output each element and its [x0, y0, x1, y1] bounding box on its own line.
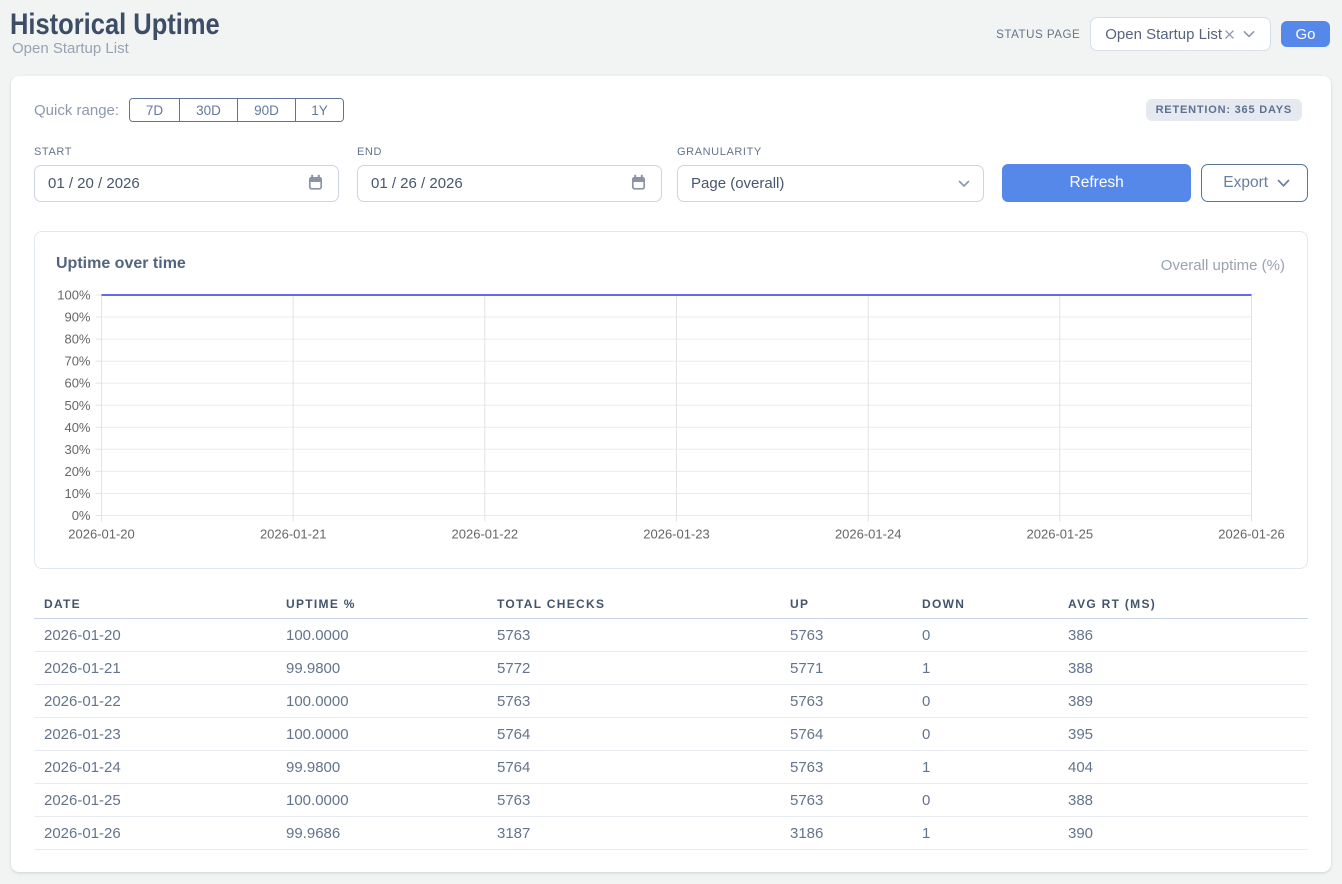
- svg-text:80%: 80%: [64, 332, 90, 347]
- svg-text:2026-01-20: 2026-01-20: [68, 527, 135, 542]
- svg-text:30%: 30%: [64, 442, 90, 457]
- svg-text:2026-01-25: 2026-01-25: [1027, 527, 1094, 542]
- svg-text:60%: 60%: [64, 376, 90, 391]
- svg-text:10%: 10%: [64, 486, 90, 501]
- svg-text:70%: 70%: [64, 354, 90, 369]
- svg-text:50%: 50%: [64, 398, 90, 413]
- svg-text:2026-01-24: 2026-01-24: [835, 527, 902, 542]
- svg-text:2026-01-21: 2026-01-21: [260, 527, 327, 542]
- svg-text:20%: 20%: [64, 464, 90, 479]
- svg-text:90%: 90%: [64, 310, 90, 325]
- svg-text:2026-01-26: 2026-01-26: [1218, 527, 1285, 542]
- svg-text:40%: 40%: [64, 420, 90, 435]
- svg-text:0%: 0%: [72, 508, 91, 523]
- svg-text:100%: 100%: [57, 288, 91, 303]
- svg-text:2026-01-22: 2026-01-22: [452, 527, 519, 542]
- svg-text:2026-01-23: 2026-01-23: [643, 527, 710, 542]
